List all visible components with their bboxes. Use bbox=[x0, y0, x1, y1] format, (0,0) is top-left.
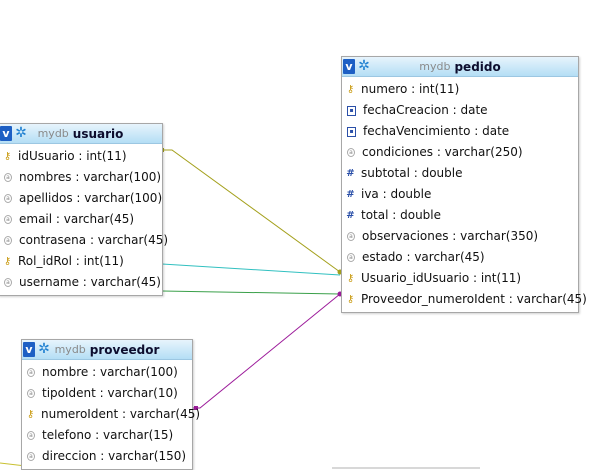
primary-key-icon: ⚷ bbox=[26, 409, 35, 420]
column-row[interactable]: # iva : double bbox=[342, 184, 578, 205]
column-row[interactable]: ⚷ numeroIdent : varchar(45) bbox=[22, 404, 200, 425]
column-row[interactable]: ▪ fechaVencimiento : date bbox=[342, 121, 578, 142]
column-row[interactable]: ⚷ Proveedor_numeroIdent : varchar(45) bbox=[342, 289, 587, 310]
table-usuario[interactable]: v ✲ mydb usuario ⚷ idUsuario : int(11) a no… bbox=[0, 123, 168, 296]
text-field-icon: a bbox=[347, 253, 355, 262]
collapse-toggle-icon[interactable]: v bbox=[23, 342, 35, 357]
table-name[interactable]: pedido bbox=[454, 60, 500, 74]
text-field-icon: a bbox=[27, 431, 35, 440]
text-field-icon: a bbox=[27, 389, 35, 398]
column-label: total : double bbox=[361, 208, 442, 222]
numeric-field-icon: # bbox=[346, 189, 355, 200]
column-row[interactable]: a nombre : varchar(100) bbox=[22, 362, 192, 383]
relation-line-username[interactable] bbox=[161, 290, 341, 295]
column-label: apellidos : varchar(100) bbox=[19, 191, 163, 205]
column-label: estado : varchar(45) bbox=[362, 250, 485, 264]
database-name: mydb bbox=[37, 127, 69, 140]
table-name[interactable]: proveedor bbox=[90, 343, 160, 357]
column-list: a nombre : varchar(100) a tipoIdent : varch… bbox=[22, 360, 200, 469]
column-list: ⚷ idUsuario : int(11) a nombres : varchar(1… bbox=[0, 144, 168, 295]
column-label: Proveedor_numeroIdent : varchar(45) bbox=[361, 292, 587, 306]
column-label: numeroIdent : varchar(45) bbox=[41, 407, 201, 421]
column-label: fechaCreacion : date bbox=[363, 103, 488, 117]
column-label: direccion : varchar(150) bbox=[42, 449, 187, 463]
text-field-icon: a bbox=[27, 452, 35, 461]
column-label: numero : int(11) bbox=[361, 82, 460, 96]
column-row[interactable]: a contrasena : varchar(45) bbox=[0, 230, 168, 251]
column-label: nombres : varchar(100) bbox=[19, 170, 162, 184]
relation-line-proveedor-pedido[interactable] bbox=[192, 293, 341, 409]
text-field-icon: a bbox=[4, 278, 12, 287]
column-row[interactable]: a apellidos : varchar(100) bbox=[0, 188, 162, 209]
column-label: observaciones : varchar(350) bbox=[362, 229, 539, 243]
column-label: condiciones : varchar(250) bbox=[362, 145, 523, 159]
numeric-field-icon: # bbox=[346, 210, 355, 221]
column-row[interactable]: a condiciones : varchar(250) bbox=[342, 142, 578, 163]
column-row[interactable]: # subtotal : double bbox=[342, 163, 578, 184]
text-field-icon: a bbox=[4, 194, 12, 203]
date-field-icon: ▪ bbox=[347, 126, 356, 137]
column-label: email : varchar(45) bbox=[19, 212, 135, 226]
column-label: telefono : varchar(15) bbox=[42, 428, 174, 442]
column-row[interactable]: a email : varchar(45) bbox=[0, 209, 162, 230]
column-row[interactable]: ⚷ Usuario_idUsuario : int(11) bbox=[342, 268, 578, 289]
text-field-icon: a bbox=[27, 368, 35, 377]
column-row[interactable]: a telefono : varchar(15) bbox=[22, 425, 192, 446]
column-row[interactable]: a estado : varchar(45) bbox=[342, 247, 578, 268]
table-proveedor[interactable]: v ✲ mydb proveedor a nombre : varchar(100… bbox=[21, 339, 200, 470]
collapse-toggle-icon[interactable]: v bbox=[0, 126, 12, 141]
text-field-icon: a bbox=[4, 215, 12, 224]
table-header[interactable]: v ✲ mydb proveedor bbox=[22, 340, 192, 360]
column-row[interactable]: a tipoIdent : varchar(10) bbox=[22, 383, 192, 404]
gear-icon[interactable]: ✲ bbox=[14, 126, 28, 140]
column-row[interactable]: ⚷ idUsuario : int(11) bbox=[0, 146, 162, 167]
column-row[interactable]: ▪ fechaCreacion : date bbox=[342, 100, 578, 121]
column-label: subtotal : double bbox=[361, 166, 463, 180]
column-label: contrasena : varchar(45) bbox=[19, 233, 169, 247]
relation-line-rol[interactable] bbox=[161, 263, 341, 276]
table-header[interactable]: v ✲ mydb pedido bbox=[342, 57, 578, 77]
text-field-icon: a bbox=[347, 232, 355, 241]
column-label: username : varchar(45) bbox=[19, 275, 161, 289]
table-header[interactable]: v ✲ mydb usuario bbox=[0, 124, 162, 144]
column-label: idUsuario : int(11) bbox=[18, 149, 127, 163]
primary-key-icon: ⚷ bbox=[346, 84, 355, 95]
numeric-field-icon: # bbox=[346, 168, 355, 179]
gear-icon[interactable]: ✲ bbox=[37, 342, 51, 356]
column-label: nombre : varchar(100) bbox=[42, 365, 178, 379]
column-row[interactable]: a observaciones : varchar(350) bbox=[342, 226, 578, 247]
column-row[interactable]: ⚷ Rol_idRol : int(11) bbox=[0, 251, 162, 272]
column-list: ⚷ numero : int(11) ▪ fechaCreacion : date ▪ f… bbox=[342, 77, 587, 312]
column-label: fechaVencimiento : date bbox=[363, 124, 510, 138]
collapse-toggle-icon[interactable]: v bbox=[343, 59, 355, 74]
date-field-icon: ▪ bbox=[347, 105, 356, 116]
primary-key-icon: ⚷ bbox=[3, 151, 12, 162]
text-field-icon: a bbox=[347, 148, 355, 157]
column-label: Usuario_idUsuario : int(11) bbox=[361, 271, 522, 285]
gear-icon[interactable]: ✲ bbox=[357, 59, 371, 73]
column-label: Rol_idRol : int(11) bbox=[18, 254, 124, 268]
primary-key-icon: ⚷ bbox=[346, 294, 355, 305]
column-row[interactable]: # total : double bbox=[342, 205, 578, 226]
column-row[interactable]: ⚷ numero : int(11) bbox=[342, 79, 578, 100]
table-name[interactable]: usuario bbox=[73, 127, 124, 141]
database-name: mydb bbox=[54, 343, 86, 356]
primary-key-icon: ⚷ bbox=[3, 256, 12, 267]
database-name: mydb bbox=[419, 60, 451, 73]
column-row[interactable]: a direccion : varchar(150) bbox=[22, 446, 192, 467]
column-label: iva : double bbox=[361, 187, 432, 201]
column-label: tipoIdent : varchar(10) bbox=[42, 386, 178, 400]
table-pedido[interactable]: v ✲ mydb pedido ⚷ numero : int(11) ▪ fechaC… bbox=[341, 56, 587, 313]
text-field-icon: a bbox=[4, 173, 12, 182]
column-row[interactable]: a nombres : varchar(100) bbox=[0, 167, 162, 188]
column-row[interactable]: a username : varchar(45) bbox=[0, 272, 162, 293]
primary-key-icon: ⚷ bbox=[346, 273, 355, 284]
text-field-icon: a bbox=[4, 236, 12, 245]
relation-line-usuario-pedido[interactable] bbox=[162, 149, 341, 273]
